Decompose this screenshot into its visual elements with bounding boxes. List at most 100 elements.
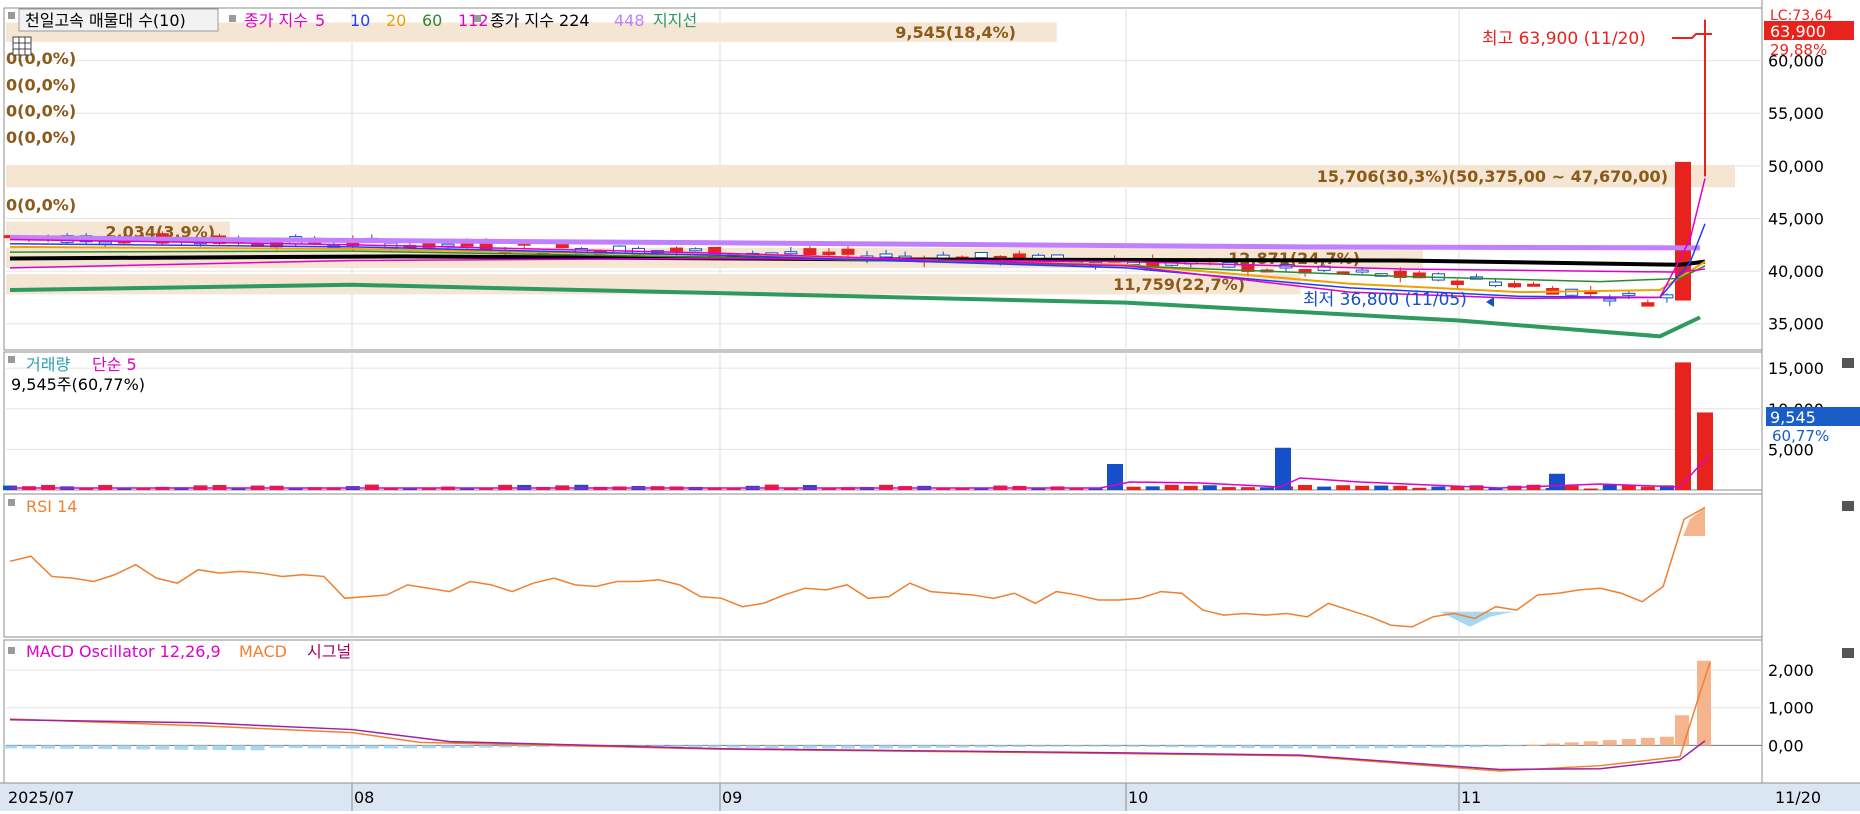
legend-ma-448: 448 [614,11,645,30]
volume-bar [1549,473,1565,490]
legend-ma-20: 20 [386,11,406,30]
date-axis-label: 11/20 [1775,788,1821,807]
macd-osc-bar [402,745,417,749]
panel-close-icon[interactable] [1842,648,1854,658]
price-candle [803,248,817,256]
macd-osc-bar [22,745,37,749]
volume-bar [1145,486,1160,490]
price-tick-label: 35,000 [1768,315,1824,334]
price-candle [689,248,703,252]
macd-osc-bar [974,745,989,748]
volume-bar [1355,485,1370,490]
macd-osc-bar [1145,745,1160,748]
price-tick-label: 55,000 [1768,104,1824,123]
macd-osc-bar [1640,737,1655,746]
macd-osc-bar [326,745,341,749]
volume-profile-label: 15,706(30,3%)(50,375,00 ~ 47,670,00) [1317,167,1668,186]
legend-square-icon [8,499,15,506]
macd-osc-bar [250,745,265,751]
price-tick-label: 45,000 [1768,209,1824,228]
macd-osc-bar [3,745,17,749]
macd-osc-bar [1317,745,1332,749]
table-icon[interactable] [12,36,32,56]
volume-bar [1298,484,1313,490]
macd-osc-bar [688,745,703,748]
macd-osc-bar [212,745,227,751]
macd-osc-bar [1507,745,1522,747]
volume-bar [1183,485,1198,490]
macd-osc-bar [1621,738,1636,746]
macd-osc-bar [1564,742,1579,746]
legend-ma-112: 112 [458,11,489,30]
macd-osc-bar [1298,745,1313,749]
macd-osc-bar [1602,740,1617,746]
panel-close-icon[interactable] [1842,501,1854,511]
macd-tick-label: 1,000 [1768,699,1814,718]
macd-osc-bar [98,745,113,750]
last-change-value: 29,88% [1770,41,1827,59]
legend-rsi: RSI 14 [26,497,77,516]
price-candle [974,251,988,259]
volume-bar [1374,485,1389,490]
macd-osc-bar [231,745,246,751]
volume-current-value: 9,545주(60,77%) [11,375,145,394]
macd-osc-bar [1431,745,1446,748]
volume-bar [1317,486,1332,490]
macd-osc-bar [60,745,75,749]
price-candle [822,251,836,255]
legend-macd-osc: MACD Oscillator 12,26,9 [26,642,221,661]
macd-osc-bar [174,745,189,750]
volume-bar [1202,485,1217,490]
legend-volume-ma: 단순 5 [92,355,137,374]
volume-bar [1697,412,1713,490]
chart-stage: 35,00040,00045,00050,00055,00060,0009,54… [0,0,1860,814]
macd-osc-bar [269,745,284,748]
macd-osc-bar [936,745,951,748]
macd-osc-bar [1183,745,1198,748]
macd-osc-bar [193,745,208,750]
volume-bar [1393,485,1408,490]
macd-osc-bar [860,745,875,749]
macd-osc-bar [1469,745,1484,748]
macd-osc-bar [821,745,836,749]
macd-osc-bar [993,745,1008,748]
stock-label: 천일고속 매물대 수(10) [25,11,186,30]
macd-osc-bar [41,745,56,749]
volume-bar [1164,484,1179,490]
macd-osc-bar [840,745,855,749]
volume-badge-value: 9,545 [1770,408,1816,427]
legend-ma-60: 60 [422,11,442,30]
macd-osc-bar [364,745,379,749]
volume-bar [1583,488,1598,490]
macd-osc-bar [117,745,132,750]
background [0,0,1860,814]
volume-profile-label: 9,545(18,4%) [895,23,1016,42]
macd-tick-label: 2,000 [1768,661,1814,680]
legend-signal: 시그널 [307,642,351,661]
macd-osc-bar [707,745,722,748]
macd-osc-bar [1221,745,1236,748]
price-candle [555,243,569,249]
volume-bar [1412,487,1427,490]
price-tick-label: 50,000 [1768,157,1824,176]
legend-square-icon [8,356,15,363]
date-axis-label: 2025/07 [8,788,74,807]
price-candle [441,243,455,247]
macd-osc-bar [1031,745,1046,747]
macd-osc-bar [1107,745,1122,747]
price-candle [1641,302,1655,307]
macd-osc-bar [917,745,932,749]
panel-close-icon[interactable] [1842,358,1854,368]
macd-osc-bar [1450,745,1465,748]
price-candle [1450,280,1464,286]
date-axis-label: 09 [722,788,742,807]
macd-osc-bar [898,745,913,749]
legend-macd: MACD [239,642,287,661]
macd-osc-bar [345,745,360,749]
price-candle [1355,269,1369,273]
volume-bar [1240,487,1255,490]
macd-osc-bar [441,745,456,749]
macd-osc-bar [1012,745,1027,748]
macd-osc-bar [383,745,398,749]
price-candle [98,241,112,245]
